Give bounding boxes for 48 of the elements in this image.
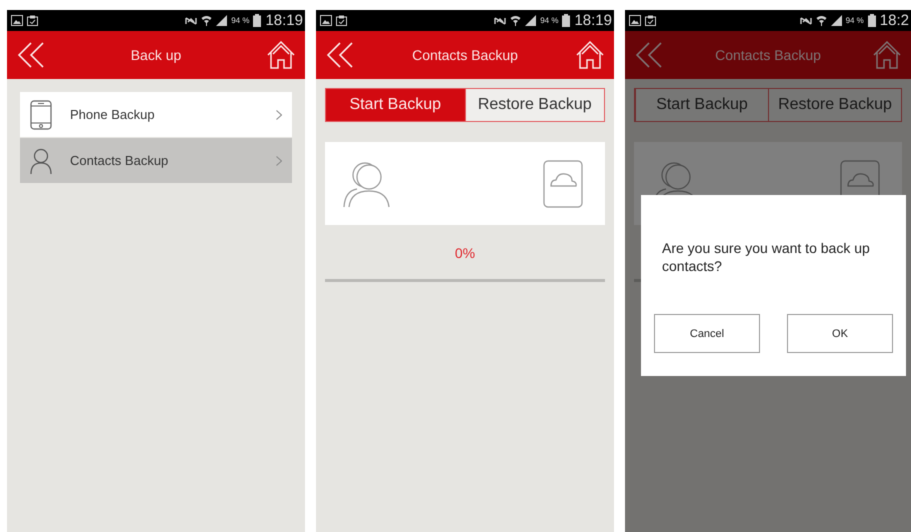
home-icon[interactable] [267, 41, 295, 69]
dialog-message: Are you sure you want to back up contacts? [662, 239, 871, 276]
clipboard-icon [645, 15, 656, 26]
home-icon[interactable] [576, 41, 604, 69]
clock-time: 18:2 [880, 12, 909, 29]
clipboard-icon [336, 15, 347, 26]
picture-icon [629, 15, 641, 26]
phone-icon [30, 100, 52, 130]
wifi-icon [816, 15, 827, 26]
signal-icon [525, 15, 536, 26]
battery-percent: 94 % [846, 16, 864, 25]
clipboard-icon [27, 15, 38, 26]
tab[interactable]: Restore Backup [464, 89, 604, 121]
battery-icon [253, 14, 262, 27]
tab[interactable]: Start Backup [326, 89, 464, 121]
wifi-icon [201, 15, 212, 26]
home-icon[interactable] [873, 41, 901, 69]
dialog-button[interactable]: Cancel [654, 314, 760, 353]
signal-icon [216, 15, 228, 26]
back-icon[interactable] [17, 42, 45, 68]
dialog-button[interactable]: OK [787, 314, 893, 353]
battery-icon [868, 14, 876, 27]
battery-icon [562, 14, 570, 27]
header-title: Contacts Backup [715, 47, 821, 63]
mute-icon [494, 16, 506, 26]
back-icon[interactable] [635, 42, 663, 68]
chevron-icon [276, 110, 282, 120]
clock-time: 18:19 [265, 12, 303, 29]
cloud-icon [543, 160, 583, 208]
battery-percent: 94 % [540, 16, 558, 25]
tab[interactable]: Start Backup [635, 89, 768, 121]
mute-icon [800, 16, 812, 26]
picture-icon [320, 15, 332, 26]
mute-icon [185, 16, 198, 26]
menu-item[interactable]: Contacts Backup [20, 138, 292, 183]
tab[interactable]: Restore Backup [768, 89, 901, 121]
signal-icon [830, 15, 842, 26]
person-icon [30, 148, 52, 174]
progress-percent: 0% [454, 245, 476, 263]
picture-icon [11, 15, 23, 26]
menu-item[interactable]: Phone Backup [20, 92, 292, 137]
chevron-icon [276, 156, 282, 166]
header-title: Contacts Backup [412, 47, 518, 63]
wifi-icon [510, 15, 522, 26]
clock-time: 18:19 [574, 12, 612, 29]
header-title: Back up [130, 47, 182, 63]
battery-percent: 94 % [231, 16, 250, 25]
back-icon[interactable] [326, 42, 354, 68]
